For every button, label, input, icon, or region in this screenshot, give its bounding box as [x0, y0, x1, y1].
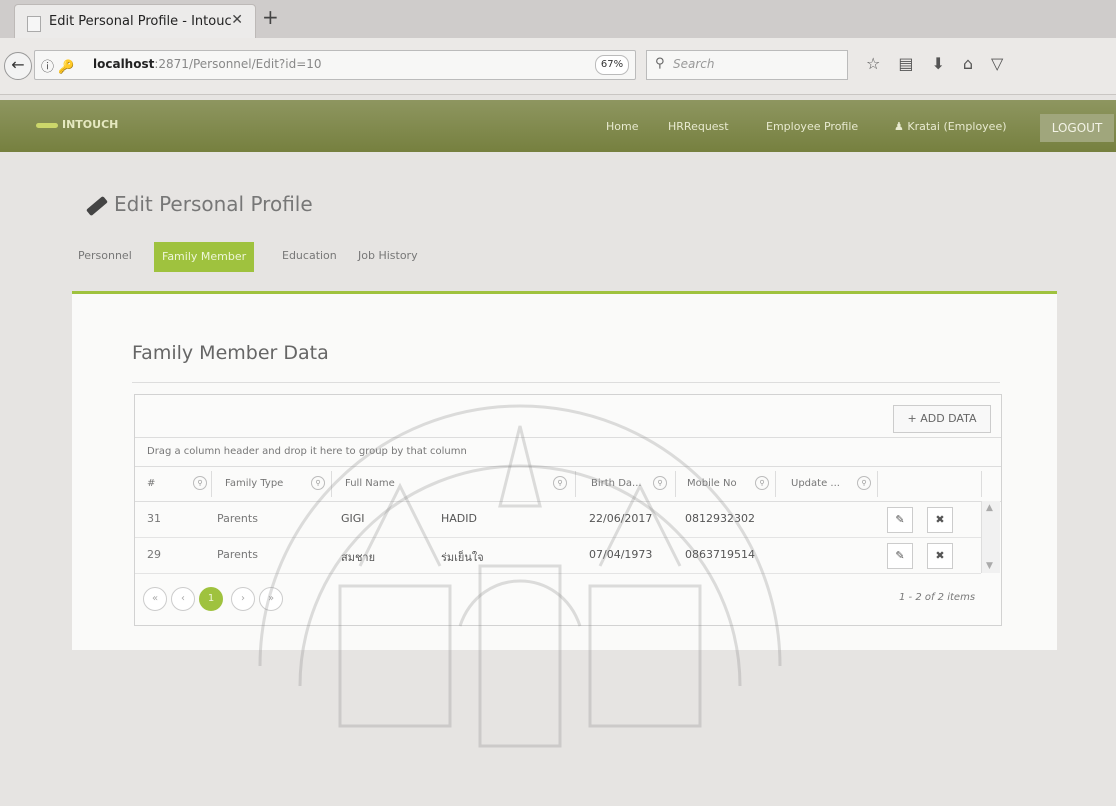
column-divider — [575, 471, 576, 497]
next-page-icon[interactable]: › — [231, 587, 255, 611]
cell-mobile: 0863719514 — [685, 548, 755, 561]
new-tab-icon[interactable]: + — [262, 5, 279, 29]
column-divider — [211, 471, 212, 497]
filter-icon[interactable]: ⚲ — [311, 476, 325, 490]
nav-user-menu[interactable]: ♟ Kratai (Employee) — [894, 120, 1007, 133]
delete-x-icon[interactable]: ✖ — [927, 543, 953, 569]
nav-employee-profile[interactable]: Employee Profile — [766, 120, 858, 133]
tab-title: Edit Personal Profile - Intouc — [49, 14, 232, 29]
column-divider — [981, 471, 982, 497]
column-header-mobile-no[interactable]: Mobile No — [687, 478, 737, 489]
browser-tab-strip: Edit Personal Profile - Intouc ✕ + — [0, 0, 1116, 39]
table-row[interactable]: 31 Parents GIGI HADID 22/06/2017 0812932… — [135, 501, 981, 538]
family-member-grid: + ADD DATA Drag a column header and drop… — [134, 394, 1002, 626]
url-host: localhost — [93, 57, 155, 71]
info-icon[interactable]: ⓘ 🔑 — [41, 56, 74, 75]
table-row[interactable]: 29 Parents สมชาย ร่มเย็นใจ 07/04/1973 08… — [135, 537, 981, 574]
cell-last-name: HADID — [441, 512, 477, 525]
column-divider — [877, 471, 878, 497]
filter-icon[interactable]: ⚲ — [857, 476, 871, 490]
add-data-button[interactable]: + ADD DATA — [893, 405, 991, 433]
section-title: Family Member Data — [132, 342, 329, 364]
cell-first-name: สมชาย — [341, 551, 376, 564]
cell-family-type: Parents — [217, 512, 258, 525]
tab-personnel[interactable]: Personnel — [78, 249, 132, 262]
grid-header: # ⚲ Family Type ⚲ Full Name ⚲ Birth Da..… — [135, 467, 1001, 502]
column-divider — [775, 471, 776, 497]
page-favicon-icon — [27, 16, 41, 32]
column-header-family-type[interactable]: Family Type — [225, 478, 283, 489]
download-icon[interactable]: ⬇ — [931, 54, 962, 73]
column-divider — [331, 471, 332, 497]
user-name: Kratai (Employee) — [907, 120, 1007, 133]
last-page-icon[interactable]: » — [259, 587, 283, 611]
page-number[interactable]: 1 — [199, 587, 223, 611]
app-header: INTOUCH Home HRRequest Employee Profile … — [0, 100, 1116, 152]
group-drop-area[interactable]: Drag a column header and drop it here to… — [135, 437, 1001, 467]
user-icon: ♟ — [894, 120, 908, 133]
tab-job-history[interactable]: Job History — [358, 249, 418, 262]
grid-toolbar: + ADD DATA — [135, 395, 1001, 438]
column-header-full-name[interactable]: Full Name — [345, 478, 395, 489]
filter-icon[interactable]: ⚲ — [193, 476, 207, 490]
column-divider — [675, 471, 676, 497]
edit-pencil-icon[interactable]: ✎ — [887, 543, 913, 569]
page-title: Edit Personal Profile — [86, 192, 313, 216]
prev-page-icon[interactable]: ‹ — [171, 587, 195, 611]
cell-mobile: 0812932302 — [685, 512, 755, 525]
edit-pencil-icon[interactable]: ✎ — [887, 507, 913, 533]
leaf-icon — [36, 122, 58, 128]
tab-education[interactable]: Education — [282, 249, 337, 262]
grid-scrollbar[interactable]: ▲ ▼ — [981, 501, 1000, 573]
column-header-birth-date[interactable]: Birth Da... — [591, 478, 642, 489]
first-page-icon[interactable]: « — [143, 587, 167, 611]
scroll-down-icon[interactable]: ▼ — [986, 561, 993, 571]
cell-first-name: GIGI — [341, 512, 365, 525]
pencil-icon — [86, 195, 108, 216]
close-tab-icon[interactable]: ✕ — [231, 12, 243, 28]
home-icon[interactable]: ⌂ — [963, 54, 991, 73]
search-placeholder: Search — [673, 57, 715, 71]
column-header-update[interactable]: Update ... — [791, 478, 840, 489]
url-text: localhost:2871/Personnel/Edit?id=10 — [93, 57, 322, 71]
filter-icon[interactable]: ⚲ — [653, 476, 667, 490]
browser-toolbar: ← ⓘ 🔑 localhost:2871/Personnel/Edit?id=1… — [0, 38, 1116, 95]
divider — [132, 382, 1000, 383]
browser-search-box[interactable]: ⚲ Search — [646, 50, 848, 80]
scroll-up-icon[interactable]: ▲ — [986, 503, 993, 513]
items-summary: 1 - 2 of 2 items — [899, 592, 976, 603]
cell-birth-date: 07/04/1973 — [589, 548, 653, 561]
bookmark-star-icon[interactable]: ☆ — [866, 54, 898, 73]
browser-toolbar-icons: ☆▤⬇⌂▽ — [866, 54, 1021, 73]
column-header-id[interactable]: # — [147, 478, 155, 489]
logout-button[interactable]: LOGOUT — [1040, 114, 1114, 142]
filter-icon[interactable]: ⚲ — [553, 476, 567, 490]
tab-family-member[interactable]: Family Member — [154, 242, 255, 272]
cell-family-type: Parents — [217, 548, 258, 561]
search-icon: ⚲ — [655, 56, 665, 71]
reading-list-icon[interactable]: ▤ — [898, 54, 931, 73]
filter-icon[interactable]: ⚲ — [755, 476, 769, 490]
page-title-text: Edit Personal Profile — [114, 192, 313, 216]
cell-last-name: ร่มเย็นใจ — [441, 551, 484, 564]
cell-birth-date: 22/06/2017 — [589, 512, 653, 525]
brand-name: INTOUCH — [62, 118, 119, 131]
cell-id: 31 — [147, 512, 161, 525]
nav-home[interactable]: Home — [606, 120, 638, 133]
nav-hrrequest[interactable]: HRRequest — [668, 120, 729, 133]
cell-id: 29 — [147, 548, 161, 561]
delete-x-icon[interactable]: ✖ — [927, 507, 953, 533]
zoom-level[interactable]: 67% — [595, 55, 629, 75]
pagination: « ‹ 1 › » 1 - 2 of 2 items — [135, 575, 1001, 623]
app-logo[interactable]: INTOUCH — [36, 118, 118, 131]
browser-tab[interactable]: Edit Personal Profile - Intouc ✕ — [14, 4, 256, 39]
back-arrow-icon[interactable]: ← — [4, 52, 32, 80]
address-bar[interactable]: ⓘ 🔑 localhost:2871/Personnel/Edit?id=10 … — [34, 50, 659, 80]
url-path: :2871/Personnel/Edit?id=10 — [154, 57, 322, 71]
pocket-icon[interactable]: ▽ — [991, 54, 1021, 73]
